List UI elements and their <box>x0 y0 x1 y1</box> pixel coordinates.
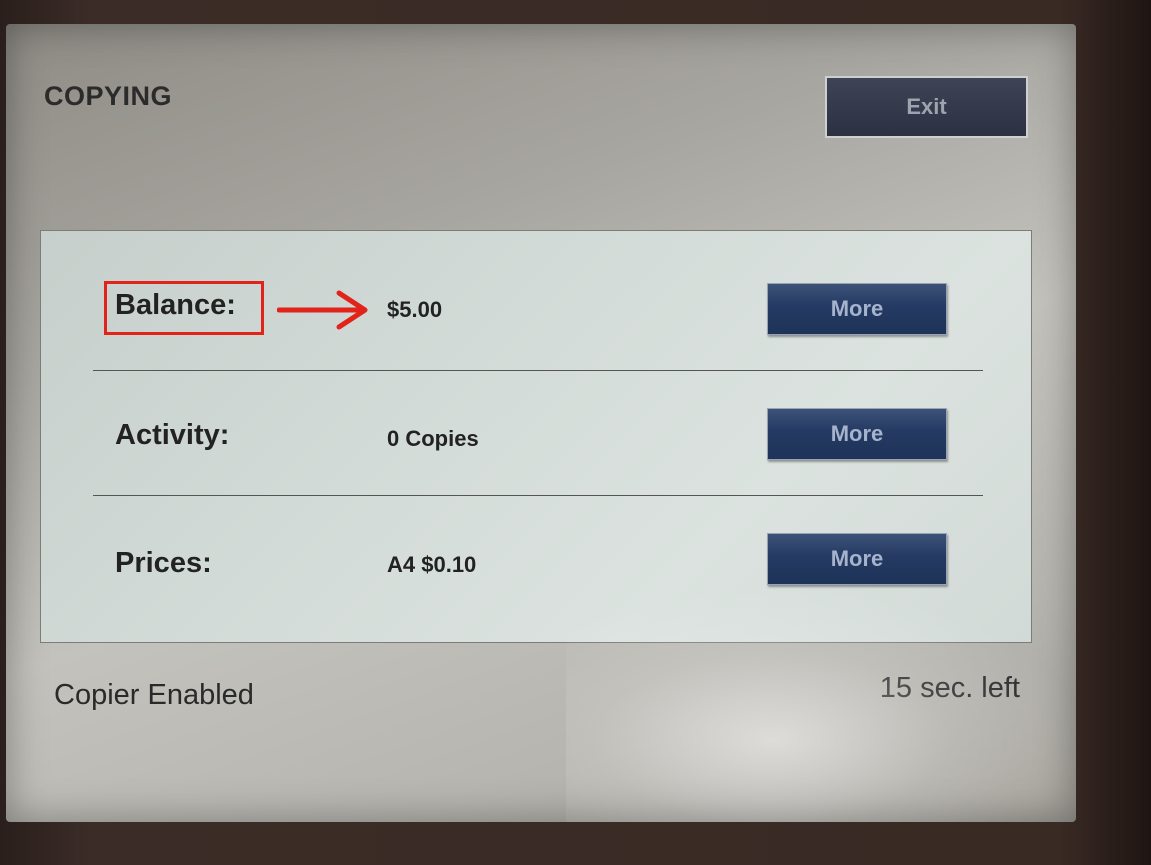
prices-value: A4 $0.10 <box>387 552 477 577</box>
session-timer: 15 sec. left <box>879 672 1020 704</box>
balance-value: $5.00 <box>387 297 443 322</box>
page-title: COPYING <box>44 81 173 111</box>
balance-more-button[interactable]: More <box>767 283 947 335</box>
prices-label: Prices: <box>115 547 212 579</box>
activity-value: 0 Copies <box>387 426 479 451</box>
kiosk-screen: COPYING Exit Balance: $5.00 More Activit… <box>6 24 1076 822</box>
activity-more-button[interactable]: More <box>767 408 947 460</box>
copier-status: Copier Enabled <box>54 679 254 711</box>
row-divider <box>93 370 983 371</box>
row-divider <box>93 495 983 496</box>
account-panel: Balance: $5.00 More Activity: 0 Copies M… <box>40 230 1032 643</box>
prices-more-button[interactable]: More <box>767 533 947 585</box>
annotation-highlight-box <box>104 281 264 335</box>
activity-label: Activity: <box>115 419 230 451</box>
exit-button[interactable]: Exit <box>825 76 1028 138</box>
annotation-arrow-icon <box>277 290 368 330</box>
